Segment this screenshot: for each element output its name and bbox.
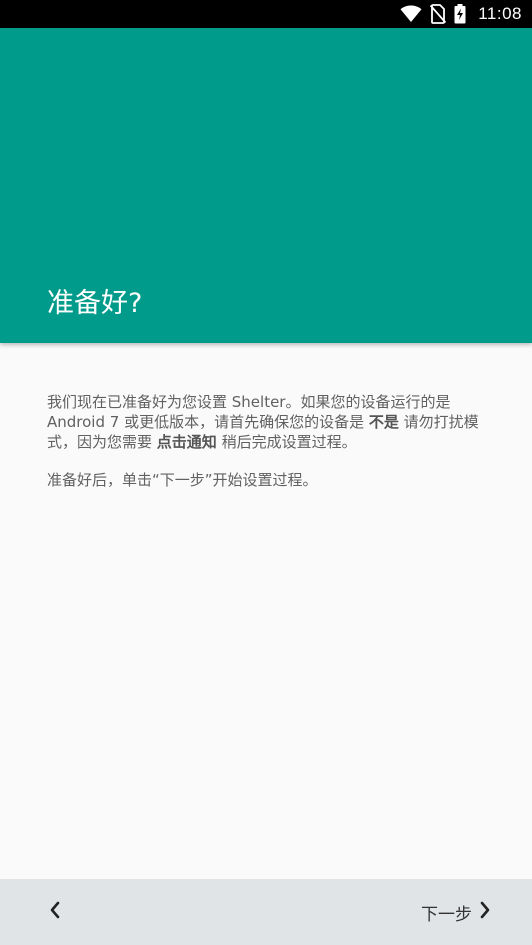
status-icons: 11:08: [400, 0, 522, 28]
content-body: 我们现在已准备好为您设置 Shelter。如果您的设备运行的是 Android …: [47, 392, 492, 508]
battery-charging-icon: [454, 4, 466, 24]
header: 准备好?: [0, 28, 532, 343]
bottom-nav-bar: 下一步: [0, 879, 532, 945]
clock-time: 11:08: [478, 4, 522, 23]
page-title: 准备好?: [47, 288, 143, 319]
next-button[interactable]: 下一步: [421, 893, 492, 931]
status-bar: 11:08: [0, 0, 532, 28]
wifi-icon: [400, 5, 422, 23]
chevron-right-icon: [478, 901, 492, 923]
intro-bold-not: 不是: [368, 413, 399, 431]
ready-paragraph: 准备好后，单击“下一步”开始设置过程。: [47, 471, 318, 489]
intro-text-part3: 稍后完成设置过程。: [216, 433, 357, 451]
no-sim-icon: [430, 4, 447, 24]
next-button-label: 下一步: [421, 904, 472, 925]
chevron-left-icon: [48, 901, 62, 923]
back-button[interactable]: [36, 893, 74, 931]
intro-bold-tap-notification: 点击通知: [156, 433, 217, 451]
intro-paragraph: 我们现在已准备好为您设置 Shelter。如果您的设备运行的是 Android …: [47, 392, 492, 452]
